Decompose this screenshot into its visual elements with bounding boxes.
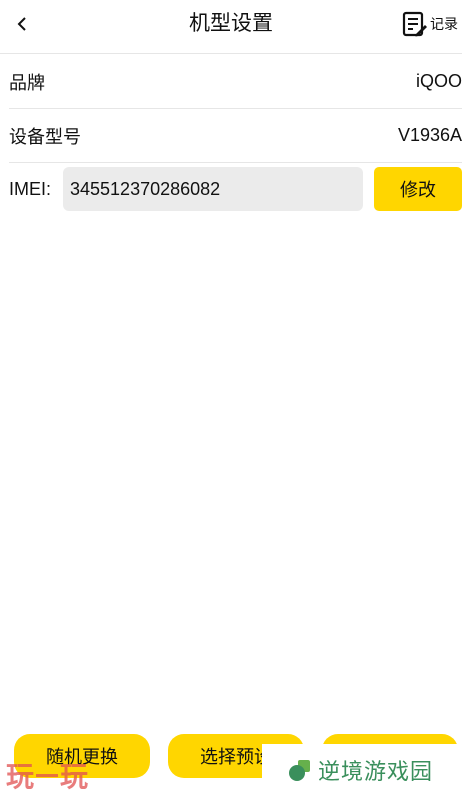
watermark-left-char-1: 玩 [6,761,35,792]
model-label: 设备型号 [9,126,81,147]
modify-button[interactable]: 修改 [374,167,462,211]
leaf-logo-icon [289,759,310,781]
header-bar: 机型设置 记录 [0,0,462,54]
imei-input[interactable] [63,167,363,211]
record-button[interactable]: 记录 [401,9,458,39]
watermark-dash [36,773,59,777]
device-settings-page: 机型设置 记录 品牌 iQOO 设备型号 V1936A IMEI: 修改 随机更… [0,0,462,795]
watermark-left-logo: 玩 玩 [6,757,88,793]
brand-value: iQOO [415,71,462,91]
model-value: V1936A [397,125,462,145]
brand-row: 品牌 iQOO [9,55,462,109]
imei-row: IMEI: 修改 [9,165,462,213]
watermark-left-char-2: 玩 [60,761,89,792]
record-label: 记录 [430,16,458,32]
model-row: 设备型号 V1936A [9,109,462,163]
imei-label: IMEI: [9,178,52,199]
brand-label: 品牌 [9,72,45,93]
watermark-right-text: 逆境游戏园 [318,758,434,784]
page-title: 机型设置 [189,12,273,35]
notes-edit-icon [402,11,427,37]
watermark-right-logo: 逆境游戏园 [262,744,462,795]
